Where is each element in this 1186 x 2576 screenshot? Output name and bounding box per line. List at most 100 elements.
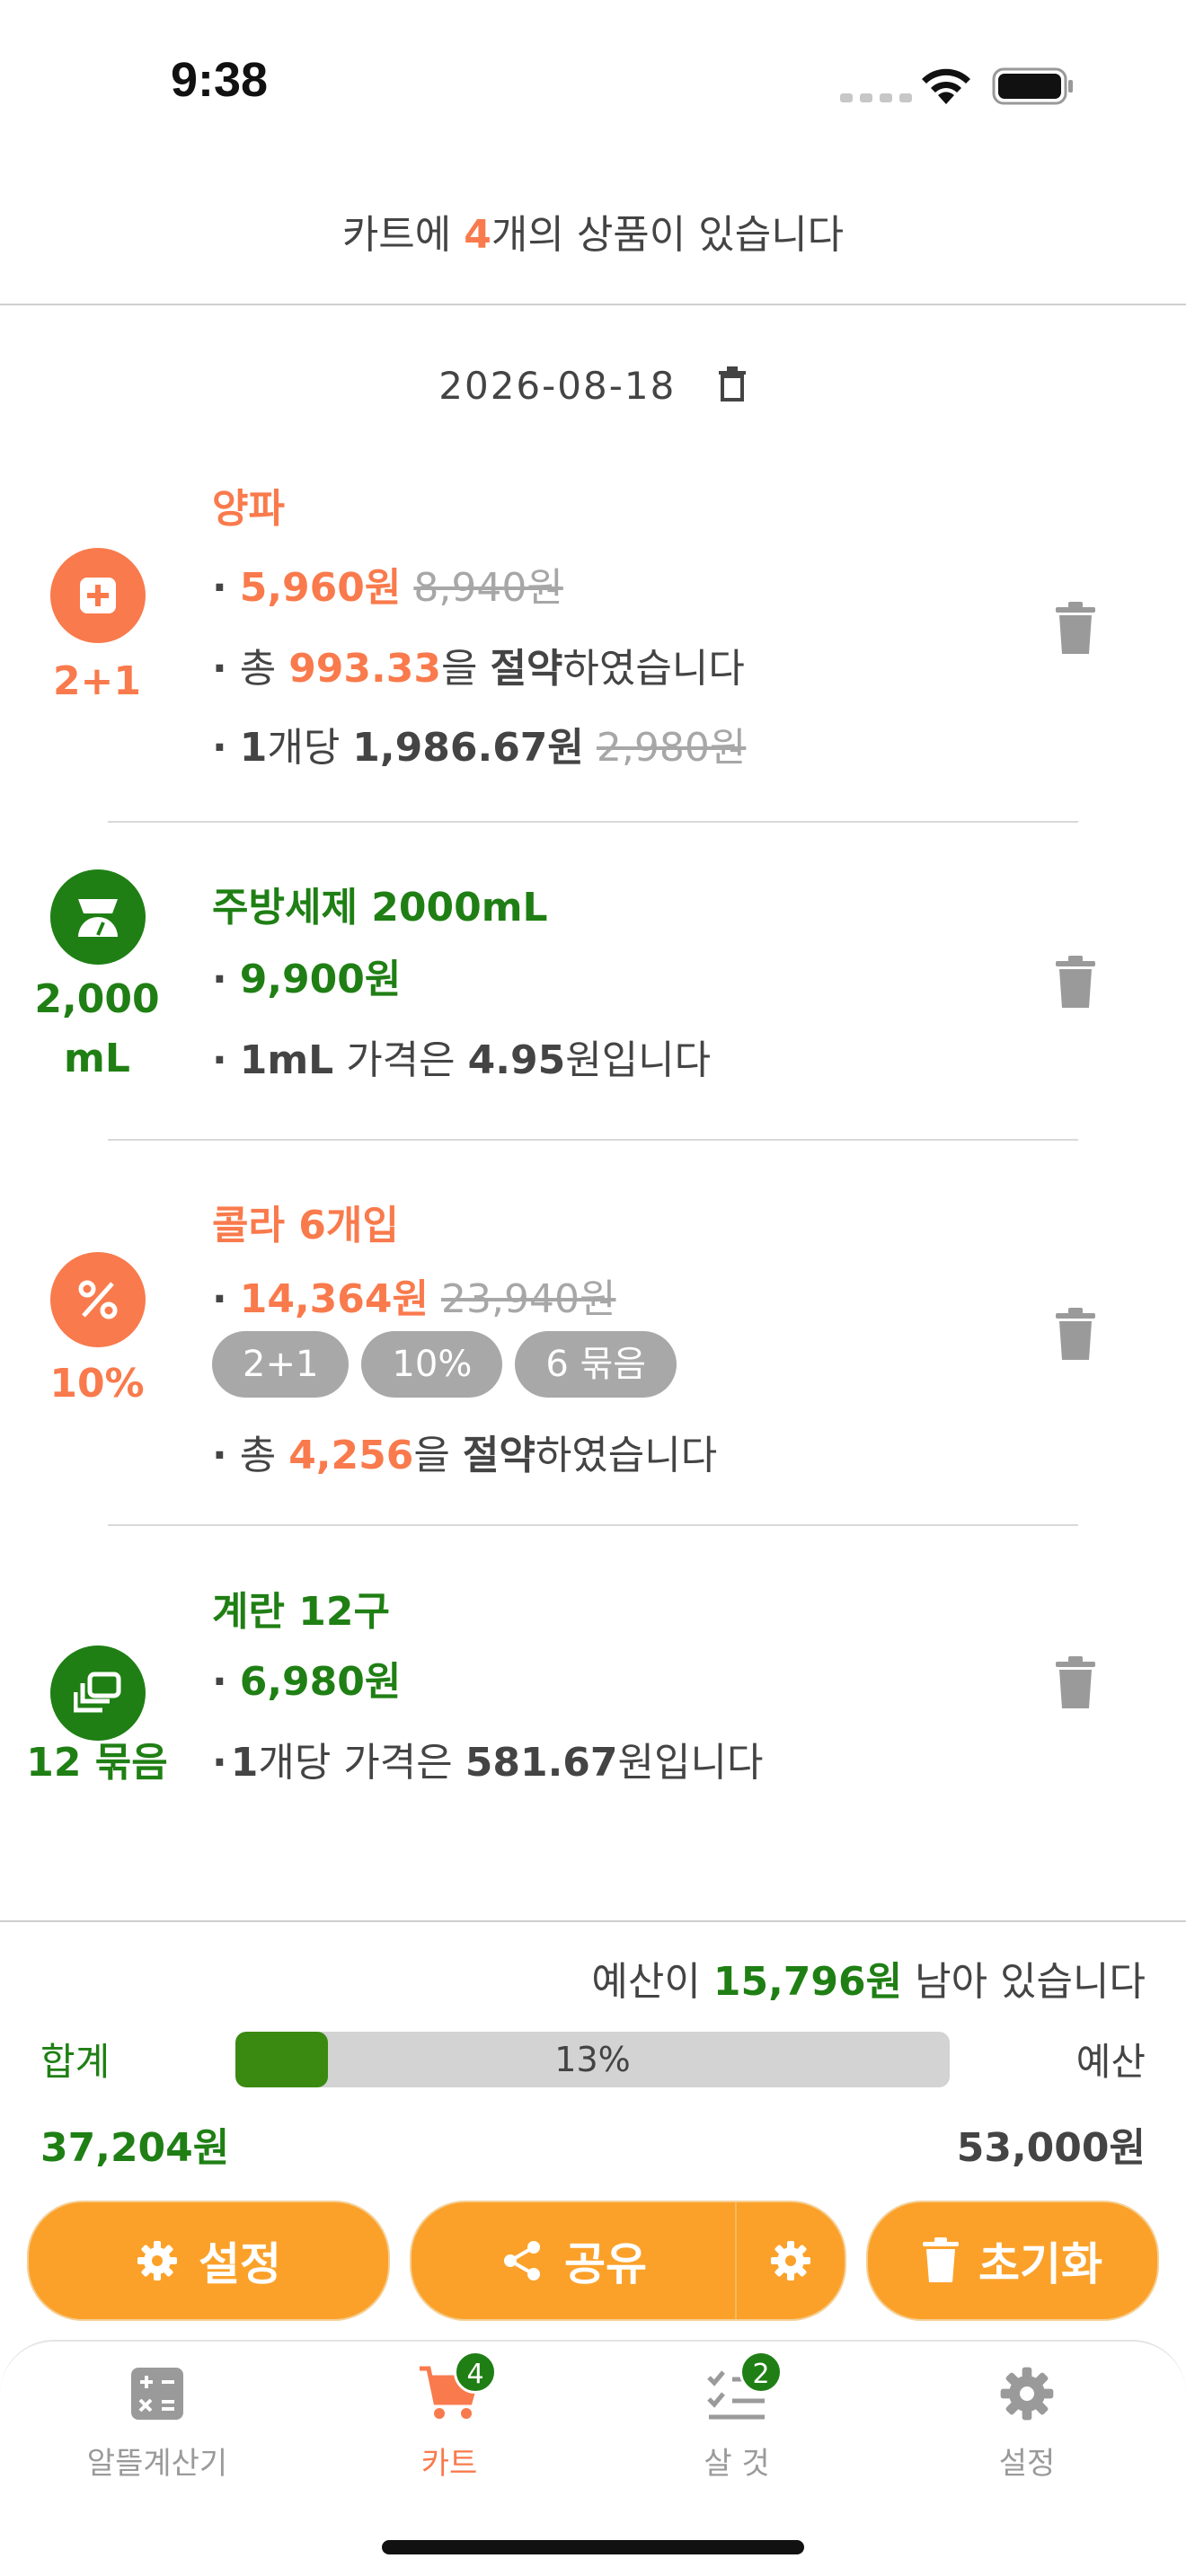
chip-bundle[interactable]: 6 묶음 — [515, 1331, 677, 1398]
unit-suffix: 원입니다 — [617, 1740, 764, 1786]
reset-button[interactable]: 초기화 — [866, 2201, 1159, 2321]
list-tab-badge: 2 — [739, 2351, 783, 2394]
share-settings-button[interactable] — [737, 2202, 845, 2319]
reset-button-label: 초기화 — [978, 2238, 1102, 2290]
share-icon — [504, 2241, 540, 2280]
tab-label: 알뜰계산기 — [86, 2446, 228, 2482]
savings-mid: 을 — [413, 1433, 463, 1478]
item-price: 5,960원 — [239, 565, 402, 611]
budget-progress-bar: 13% — [235, 2032, 950, 2087]
date-row: 2026-08-18 — [0, 364, 1186, 412]
remaining-prefix: 예산이 — [591, 1959, 713, 2005]
item-divider — [108, 1524, 1078, 1526]
signal-icon — [840, 93, 912, 102]
discount-chips: 2+1 10% 6 묶음 — [212, 1331, 677, 1398]
remaining-value: 15,796원 — [712, 1959, 903, 2005]
savings-bold: 절약 — [462, 1433, 535, 1478]
unit-mid: 개당 가격은 — [258, 1740, 465, 1786]
unit-mid: 개당 — [267, 725, 353, 771]
budget-remaining: 예산이 15,796원 남아 있습니다 — [591, 1949, 1146, 2007]
savings-value: 4,256 — [288, 1433, 414, 1478]
item-unit-line: · 1개당 1,986.67원 2,980원 — [212, 725, 747, 771]
savings-prefix: 총 — [239, 1433, 289, 1478]
item-original-price: 8,940원 — [413, 565, 563, 611]
savings-value: 993.33 — [288, 646, 441, 692]
trash-icon[interactable] — [1056, 956, 1095, 1013]
unit-original-price: 2,980원 — [596, 725, 747, 771]
trash-icon[interactable] — [1056, 602, 1095, 659]
item-badge-unit: mL — [64, 1036, 130, 1081]
item-price-line: · 14,364원 23,940원 — [212, 1276, 616, 1322]
item-divider — [108, 1139, 1078, 1141]
item-savings-line: · 총 4,256을 절약하였습니다 — [212, 1433, 718, 1478]
tab-label: 카트 — [420, 2446, 478, 2482]
item-price-line: · 9,900원 — [212, 957, 402, 1002]
percent-icon — [50, 1252, 146, 1347]
budget-value[interactable]: 53,000원 — [957, 2115, 1146, 2173]
savings-prefix: 총 — [239, 646, 289, 692]
cart-tab-badge: 4 — [454, 2351, 497, 2394]
settings-button[interactable]: 설정 — [27, 2201, 390, 2321]
tab-calculator[interactable]: 알뜰계산기 — [45, 2358, 270, 2483]
item-price: 6,980원 — [239, 1659, 402, 1705]
savings-suffix: 하였습니다 — [535, 1433, 718, 1478]
wifi-icon — [922, 68, 970, 104]
checklist-icon: 2 — [624, 2351, 849, 2430]
unit-value: 4.95 — [467, 1037, 566, 1083]
savings-bold: 절약 — [490, 646, 563, 692]
cart-date: 2026-08-18 — [438, 364, 677, 408]
status-bar: 9:38 — [0, 0, 1186, 171]
item-divider — [108, 821, 1078, 823]
plus-square-icon — [50, 548, 146, 643]
tab-label: 살 것 — [704, 2446, 770, 2482]
header-divider — [0, 304, 1186, 305]
tab-cart[interactable]: 4 카트 — [337, 2351, 562, 2483]
sum-label: 합계 — [40, 2040, 111, 2084]
tab-label: 설정 — [998, 2446, 1056, 2482]
unit-bold: 1mL — [239, 1037, 334, 1083]
item-unit-line: ·1개당 가격은 581.67원입니다 — [212, 1740, 764, 1786]
settings-button-label: 설정 — [199, 2238, 281, 2290]
remaining-suffix: 남아 있습니다 — [902, 1959, 1146, 2005]
item-badge: 10% — [49, 1361, 145, 1407]
sum-value: 37,204원 — [40, 2125, 230, 2171]
item-price-line: · 6,980원 — [212, 1659, 402, 1705]
battery-icon — [992, 67, 1073, 105]
savings-mid: 을 — [440, 646, 491, 692]
home-indicator — [382, 2540, 804, 2554]
tab-shopping-list[interactable]: 2 살 것 — [624, 2351, 849, 2483]
footer-divider — [0, 1920, 1186, 1922]
share-button[interactable]: 공유 — [412, 2202, 735, 2319]
item-name: 양파 — [212, 486, 285, 532]
trash-icon[interactable] — [1056, 1656, 1095, 1714]
item-badge-value: 2,000 — [34, 976, 160, 1022]
unit-value: 581.67 — [465, 1740, 618, 1786]
item-price: 14,364원 — [239, 1276, 429, 1322]
cart-header: 카트에 4개의 상품이 있습니다 — [0, 202, 1186, 260]
item-price: 9,900원 — [239, 957, 402, 1002]
delete-date-icon[interactable] — [717, 366, 748, 412]
gear-icon — [137, 2241, 177, 2280]
share-button-group: 공유 — [410, 2201, 846, 2321]
gear-icon — [915, 2358, 1139, 2430]
item-badge: 2+1 — [52, 658, 142, 704]
chip-percent[interactable]: 10% — [361, 1331, 503, 1398]
item-badge: 12 묶음 — [26, 1740, 168, 1786]
chip-bogo[interactable]: 2+1 — [212, 1331, 350, 1398]
share-button-label: 공유 — [564, 2238, 647, 2290]
trash-icon — [923, 2237, 959, 2282]
cart-icon: 4 — [337, 2351, 562, 2430]
tab-settings[interactable]: 설정 — [915, 2358, 1139, 2483]
status-time: 9:38 — [171, 53, 269, 107]
budget-label: 예산 — [1075, 2040, 1146, 2084]
bundle-icon — [50, 1645, 146, 1741]
item-name: 계란 12구 — [212, 1589, 390, 1635]
cart-header-suffix: 개의 상품이 있습니다 — [491, 212, 845, 258]
savings-suffix: 하였습니다 — [562, 646, 745, 692]
unit-prefix: 1 — [239, 725, 268, 771]
scale-icon — [50, 869, 146, 965]
calculator-icon — [45, 2358, 270, 2430]
trash-icon[interactable] — [1056, 1308, 1095, 1365]
unit-suffix: 원입니다 — [565, 1037, 712, 1083]
cart-header-prefix: 카트에 — [341, 212, 465, 258]
